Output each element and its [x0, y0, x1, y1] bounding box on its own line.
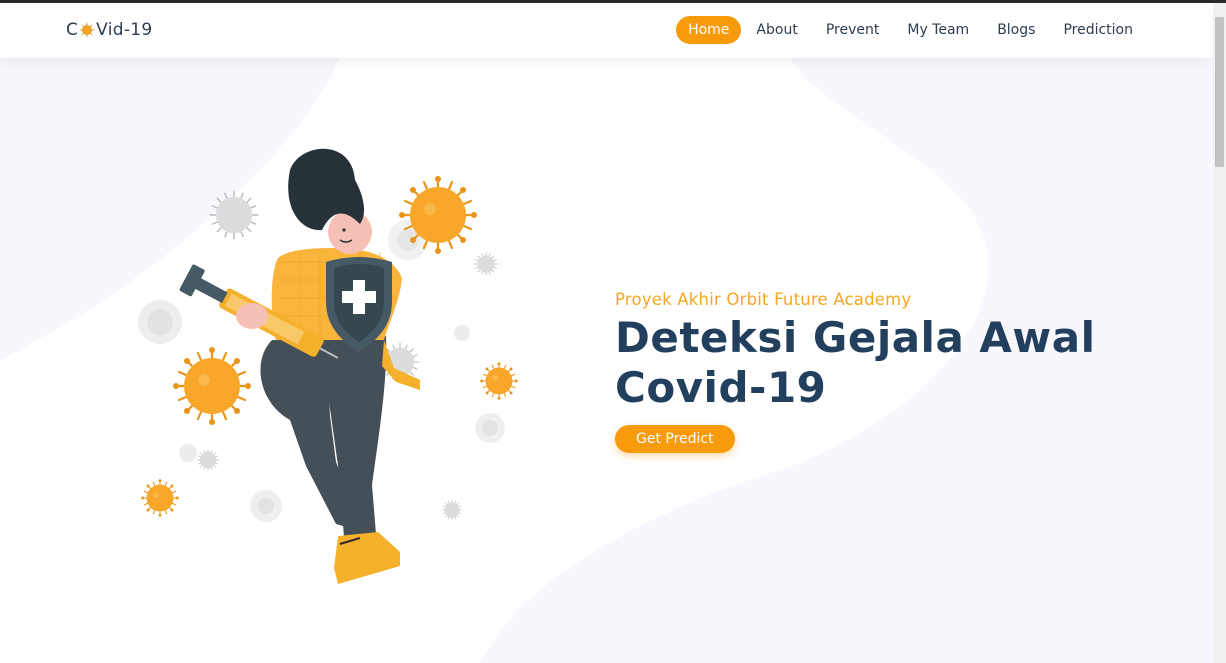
hero-illustration: [138, 148, 519, 584]
brand-suffix: Vid-19: [96, 20, 153, 40]
nav-home[interactable]: Home: [676, 16, 742, 44]
hero-section: Proyek Akhir Orbit Future Academy Deteks…: [615, 290, 1135, 453]
main-nav: Home About Prevent My Team Blogs Predict…: [674, 16, 1146, 44]
nav-my-team[interactable]: My Team: [894, 16, 982, 44]
nav-prevent[interactable]: Prevent: [813, 16, 893, 44]
virus-icon: [79, 22, 95, 38]
top-navbar: C Vid-19 Home About Prevent My Team Blog…: [0, 3, 1213, 58]
hero-title: Deteksi Gejala Awal Covid-19: [615, 313, 1096, 412]
get-predict-button[interactable]: Get Predict: [615, 425, 735, 453]
brand-prefix: C: [66, 20, 79, 40]
brand-logo[interactable]: C Vid-19: [66, 20, 153, 40]
page-scrollbar[interactable]: [1213, 3, 1226, 663]
hero-subtitle: Proyek Akhir Orbit Future Academy: [615, 290, 912, 309]
window-top-border: [0, 0, 1226, 3]
scrollbar-thumb[interactable]: [1215, 17, 1224, 167]
nav-blogs[interactable]: Blogs: [984, 16, 1048, 44]
nav-about[interactable]: About: [743, 16, 810, 44]
nav-prediction[interactable]: Prediction: [1050, 16, 1146, 44]
